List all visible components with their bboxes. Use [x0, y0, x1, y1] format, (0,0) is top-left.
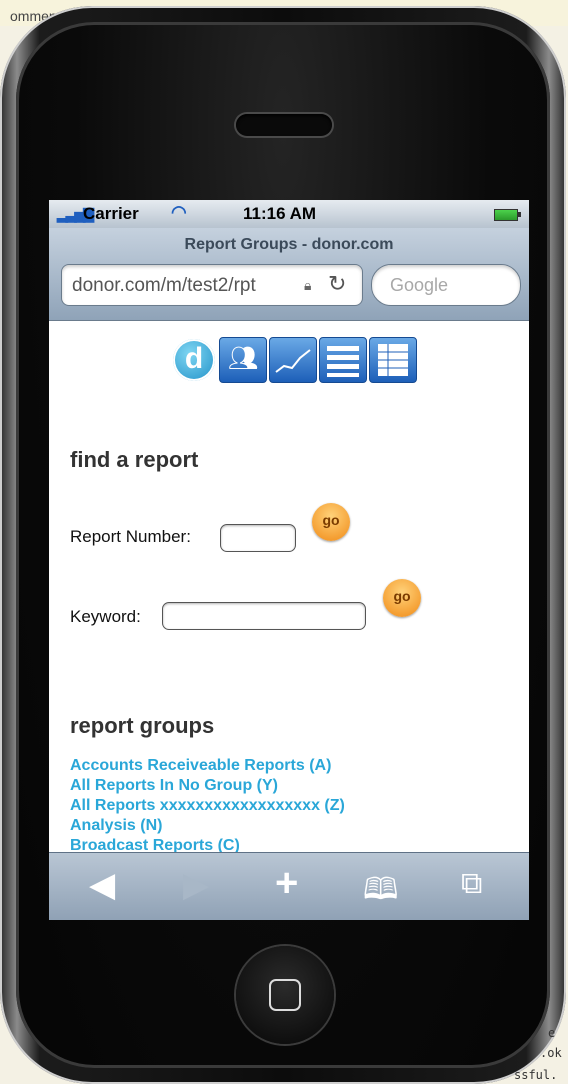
- report-number-input[interactable]: [220, 524, 296, 552]
- page-content: d 👥︎ find a report Report Number: go Key…: [49, 321, 529, 852]
- donor-logo-icon[interactable]: d: [173, 339, 215, 381]
- status-bar: ▂▃▅▇ Carrier ◠ 11:16 AM: [49, 200, 529, 228]
- keyword-input[interactable]: [162, 602, 366, 630]
- url-field[interactable]: donor.com/m/test2/rpt 🔒︎ ↻: [61, 264, 363, 306]
- background-corner-text: ssful.: [514, 1068, 558, 1082]
- reload-icon[interactable]: ↻: [328, 271, 346, 297]
- search-placeholder: Google: [390, 275, 449, 295]
- chart-icon[interactable]: [269, 337, 317, 383]
- pages-icon[interactable]: ⧉: [461, 867, 482, 901]
- page-title: Report Groups - donor.com: [184, 236, 394, 253]
- report-group-link[interactable]: All Reports xxxxxxxxxxxxxxxxxx (Z): [70, 797, 345, 815]
- report-number-label: Report Number:: [70, 527, 191, 546]
- forward-icon[interactable]: ▶: [183, 865, 209, 905]
- carrier-label: Carrier: [83, 204, 139, 223]
- report-groups-heading: report groups: [70, 713, 215, 738]
- report-group-link[interactable]: Accounts Receiveable Reports (A): [70, 757, 331, 775]
- report-group-link[interactable]: Broadcast Reports (C): [70, 837, 240, 852]
- report-group-link[interactable]: All Reports In No Group (Y): [70, 777, 278, 795]
- phone-screen: ▂▃▅▇ Carrier ◠ 11:16 AM Report Groups - …: [49, 200, 529, 920]
- battery-icon: [494, 209, 518, 221]
- report-group-link[interactable]: Analysis (N): [70, 817, 162, 835]
- wifi-icon: ◠: [171, 202, 187, 222]
- people-icon[interactable]: 👥︎: [219, 337, 267, 383]
- bookmarks-icon[interactable]: 🕮︎: [363, 867, 398, 918]
- report-number-go-button[interactable]: go: [312, 503, 350, 541]
- battery-tip: [518, 212, 521, 217]
- list-lines-icon: [327, 346, 359, 377]
- search-input[interactable]: Google: [371, 264, 521, 306]
- url-text: donor.com/m/test2/rpt: [72, 275, 256, 296]
- keyword-label: Keyword:: [70, 607, 141, 626]
- find-report-heading: find a report: [70, 447, 199, 472]
- iphone-frame: ▂▃▅▇ Carrier ◠ 11:16 AM Report Groups - …: [0, 6, 566, 1084]
- keyword-go-button[interactable]: go: [383, 579, 421, 617]
- add-icon[interactable]: +: [275, 861, 298, 906]
- browser-toolbar: ◀ ▶ + 🕮︎ ⧉: [49, 852, 529, 920]
- home-button[interactable]: [236, 946, 334, 1044]
- home-icon: [269, 979, 301, 1011]
- earpiece-speaker: [236, 114, 332, 136]
- chart-line-icon: [275, 349, 311, 373]
- browser-nav-bar: Report Groups - donor.com donor.com/m/te…: [49, 228, 529, 321]
- table-icon[interactable]: [369, 337, 417, 383]
- back-icon[interactable]: ◀: [89, 865, 115, 905]
- background-corner-text: e: [548, 1026, 556, 1040]
- table-grid-icon: [378, 344, 408, 376]
- background-corner-text: .ok: [540, 1046, 562, 1060]
- list-icon[interactable]: [319, 337, 367, 383]
- lock-icon: 🔒︎: [304, 277, 312, 293]
- status-time: 11:16 AM: [243, 204, 317, 223]
